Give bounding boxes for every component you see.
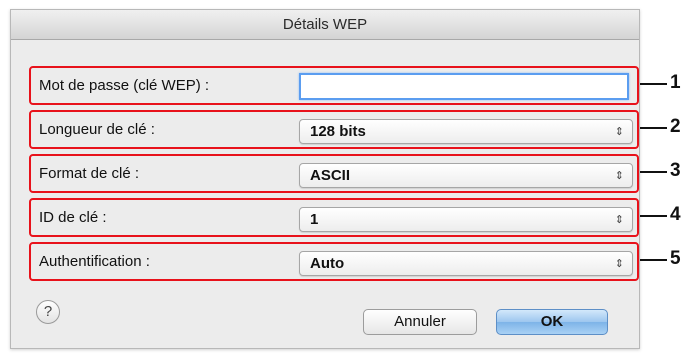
callout-line-3 <box>640 171 667 173</box>
popup-arrows-icon: ⇕ <box>614 257 624 270</box>
key-id-popup[interactable]: 1 ⇕ <box>299 207 633 232</box>
wep-details-dialog: Détails WEP Mot de passe (clé WEP) : Lon… <box>10 9 640 349</box>
key-length-row: Longueur de clé : 128 bits ⇕ <box>29 110 639 149</box>
dialog-title: Détails WEP <box>11 10 639 40</box>
callout-line-4 <box>640 215 667 217</box>
cancel-button[interactable]: Annuler <box>363 309 477 335</box>
wep-key-row: Mot de passe (clé WEP) : <box>29 66 639 105</box>
callout-number-4: 4 <box>670 204 681 225</box>
wep-key-label: Mot de passe (clé WEP) : <box>39 77 210 94</box>
ok-button[interactable]: OK <box>496 309 608 335</box>
callout-line-5 <box>640 259 667 261</box>
key-format-value: ASCII <box>310 167 351 184</box>
key-id-row: ID de clé : 1 ⇕ <box>29 198 639 237</box>
callout-number-5: 5 <box>670 248 681 269</box>
popup-arrows-icon: ⇕ <box>614 125 624 138</box>
callout-line-2 <box>640 127 667 129</box>
authentication-row: Authentification : Auto ⇕ <box>29 242 639 281</box>
authentication-value: Auto <box>310 255 345 272</box>
key-length-value: 128 bits <box>310 123 366 140</box>
popup-arrows-icon: ⇕ <box>614 169 624 182</box>
key-id-label: ID de clé : <box>39 209 107 226</box>
key-format-row: Format de clé : ASCII ⇕ <box>29 154 639 193</box>
callout-number-1: 1 <box>670 72 681 93</box>
help-button[interactable]: ? <box>36 300 60 324</box>
key-id-value: 1 <box>310 211 319 228</box>
key-format-popup[interactable]: ASCII ⇕ <box>299 163 633 188</box>
popup-arrows-icon: ⇕ <box>614 213 624 226</box>
callout-number-3: 3 <box>670 160 681 181</box>
callout-number-2: 2 <box>670 116 681 137</box>
authentication-popup[interactable]: Auto ⇕ <box>299 251 633 276</box>
key-length-popup[interactable]: 128 bits ⇕ <box>299 119 633 144</box>
key-length-label: Longueur de clé : <box>39 121 155 138</box>
wep-key-input[interactable] <box>299 73 629 100</box>
authentication-label: Authentification : <box>39 253 150 270</box>
callout-line-1 <box>640 83 667 85</box>
key-format-label: Format de clé : <box>39 165 140 182</box>
